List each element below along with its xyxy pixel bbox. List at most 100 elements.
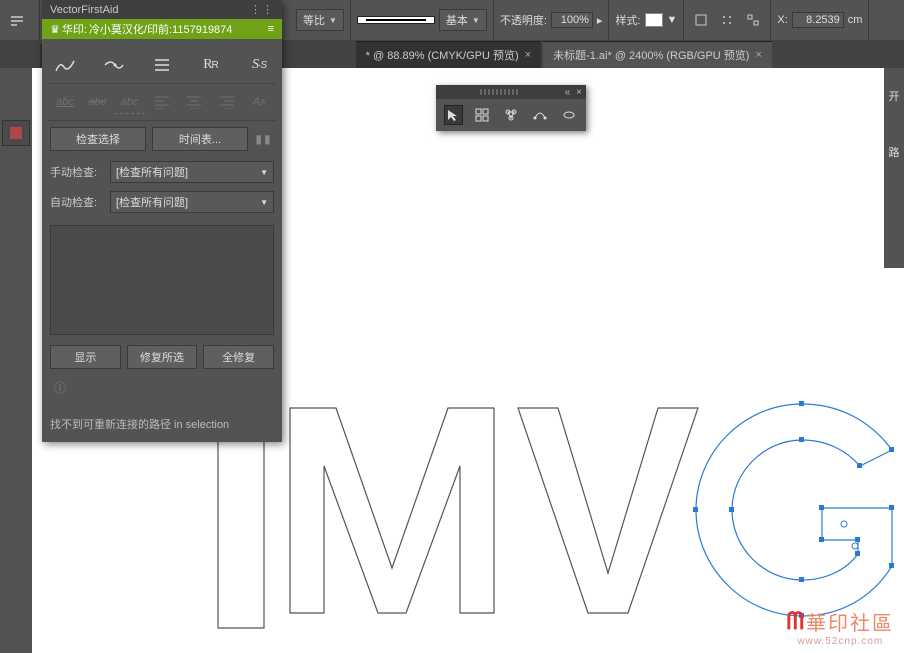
credit-author: 冷小莫汉化/印前:1157919874	[89, 21, 232, 37]
button-row: 显示 修复所选 全修复	[48, 339, 276, 375]
info-icon[interactable]: ⓘ	[48, 375, 276, 400]
auto-check-row: 自动检查: [检查所有问题] ▼	[48, 187, 276, 217]
panel-drag-dots-icon[interactable]: ⋮⋮	[250, 3, 274, 16]
credit-prefix: 华印:	[62, 21, 87, 37]
anchor-point[interactable]	[819, 505, 824, 510]
center-handle[interactable]	[841, 521, 847, 527]
path-cut-icon[interactable]	[99, 53, 129, 77]
text-tool-icon: abc	[82, 90, 112, 114]
x-label: X:	[777, 14, 787, 26]
style-swatch[interactable]	[645, 13, 663, 27]
panel-status: 找不到可重新连接的路径 in selection	[42, 408, 282, 442]
lines-icon[interactable]	[147, 53, 177, 77]
anchor-point[interactable]	[855, 551, 860, 556]
results-list[interactable]	[50, 225, 274, 335]
panel-title: VectorFirstAid	[50, 4, 118, 16]
selection-tool-icon[interactable]	[444, 105, 463, 125]
left-toolbar	[0, 40, 32, 653]
panel-menu-icon[interactable]: ≡	[268, 23, 274, 35]
glyph-outline-m	[290, 408, 494, 613]
auto-check-select[interactable]: [检查所有问题] ▼	[110, 191, 274, 213]
anchor-point[interactable]	[799, 437, 804, 442]
transform-panel-icon[interactable]	[742, 9, 764, 31]
tool-row: RR S·S	[48, 47, 276, 84]
check-selection-button[interactable]: 检查选择	[50, 127, 146, 151]
panel-credit-bar: ♛ 华印: 冷小莫汉化/印前:1157919874 ≡	[42, 19, 282, 39]
stroke-preview[interactable]	[357, 16, 435, 24]
ratio-dropdown[interactable]: 等比 ▼	[296, 9, 344, 31]
auto-check-label: 自动检查:	[50, 194, 104, 210]
palette-body	[436, 99, 586, 131]
floating-toolbar[interactable]: « ×	[436, 85, 586, 131]
glyph-outline-v	[518, 408, 698, 613]
anchor-point[interactable]	[889, 447, 894, 452]
show-button[interactable]: 显示	[50, 345, 121, 369]
grip-icon[interactable]	[480, 89, 520, 95]
replace-font-icon[interactable]: RR	[196, 53, 226, 77]
panel-titlebar[interactable]: VectorFirstAid ⋮⋮	[42, 0, 282, 19]
watermark: ᗰ 華印社區 www.52cnp.com	[787, 607, 894, 647]
preset-label: 基本	[446, 12, 468, 28]
x-input[interactable]	[792, 12, 844, 28]
doc-setup-icon[interactable]	[690, 9, 712, 31]
anchor-point[interactable]	[889, 563, 894, 568]
font-size-icon: AA	[244, 90, 274, 114]
close-icon[interactable]: ×	[576, 87, 582, 98]
x-unit: cm	[848, 14, 863, 26]
text-tool-icon: abc	[50, 90, 80, 114]
chevron-down-icon: ▼	[260, 198, 268, 207]
dock-label-open: 开	[889, 88, 900, 104]
close-icon[interactable]: ×	[525, 49, 531, 61]
shape-tool-icon[interactable]	[559, 105, 578, 125]
style-swap-icon[interactable]: S·S	[244, 53, 274, 77]
anchor-point[interactable]	[857, 463, 862, 468]
tool-row-disabled: abc abc abc AA	[48, 84, 276, 121]
text-tool-icon: abc	[115, 90, 145, 114]
curve-tool-icon[interactable]	[530, 105, 549, 125]
chevron-down-icon: ▼	[329, 16, 337, 25]
glyph-outline-g-selected[interactable]	[696, 404, 892, 616]
stroke-preset-dropdown[interactable]: 基本▼	[439, 9, 487, 31]
manual-check-label: 手动检查:	[50, 164, 104, 180]
opacity-input[interactable]	[551, 12, 593, 28]
anchor-point[interactable]	[889, 505, 894, 510]
glyph-outline-partial	[218, 438, 264, 628]
anchor-point[interactable]	[819, 537, 824, 542]
manual-check-select[interactable]: [检查所有问题] ▼	[110, 161, 274, 183]
anchor-point[interactable]	[693, 507, 698, 512]
anchor-point[interactable]	[729, 507, 734, 512]
chevron-down-icon: ▼	[667, 14, 678, 26]
vectorfirstaid-panel: VectorFirstAid ⋮⋮ ♛ 华印: 冷小莫汉化/印前:1157919…	[42, 0, 282, 442]
close-icon[interactable]: ×	[755, 49, 761, 61]
anchor-point[interactable]	[799, 577, 804, 582]
align-center-icon	[179, 90, 209, 114]
timeline-button[interactable]: 时间表...	[152, 127, 248, 151]
tab-label: * @ 88.89% (CMYK/GPU 预览)	[366, 47, 519, 63]
center-handle[interactable]	[852, 543, 858, 549]
right-dock[interactable]: 开 路	[884, 68, 904, 268]
node-tool-icon[interactable]	[502, 105, 521, 125]
line-sample	[366, 19, 426, 21]
fix-all-button[interactable]: 全修复	[203, 345, 274, 369]
align-panel-icon[interactable]	[716, 9, 738, 31]
document-tab[interactable]: * @ 88.89% (CMYK/GPU 预览) ×	[356, 41, 541, 68]
document-tab[interactable]: 未标题-1.ai* @ 2400% (RGB/GPU 预览) ×	[543, 41, 772, 68]
style-label: 样式:	[615, 12, 640, 28]
path-simplify-icon[interactable]	[50, 53, 80, 77]
select-value: [检查所有问题]	[116, 164, 188, 180]
pause-icon[interactable]: ▮▮	[254, 130, 274, 148]
collapse-icon[interactable]: «	[565, 87, 571, 98]
tab-label: 未标题-1.ai* @ 2400% (RGB/GPU 预览)	[553, 47, 749, 63]
app-menu-icon[interactable]	[6, 9, 28, 31]
align-right-icon	[212, 90, 242, 114]
tool-slot[interactable]	[2, 120, 30, 146]
chevron-down-icon: ▼	[260, 168, 268, 177]
anchor-point[interactable]	[799, 401, 804, 406]
anchor-point[interactable]	[855, 537, 860, 542]
palette-header[interactable]: « ×	[436, 85, 586, 99]
ratio-label: 等比	[303, 12, 325, 28]
align-left-icon	[147, 90, 177, 114]
fix-selected-button[interactable]: 修复所选	[127, 345, 198, 369]
grid-tool-icon[interactable]	[473, 105, 492, 125]
opacity-stepper-icon[interactable]: ▸	[597, 14, 603, 27]
